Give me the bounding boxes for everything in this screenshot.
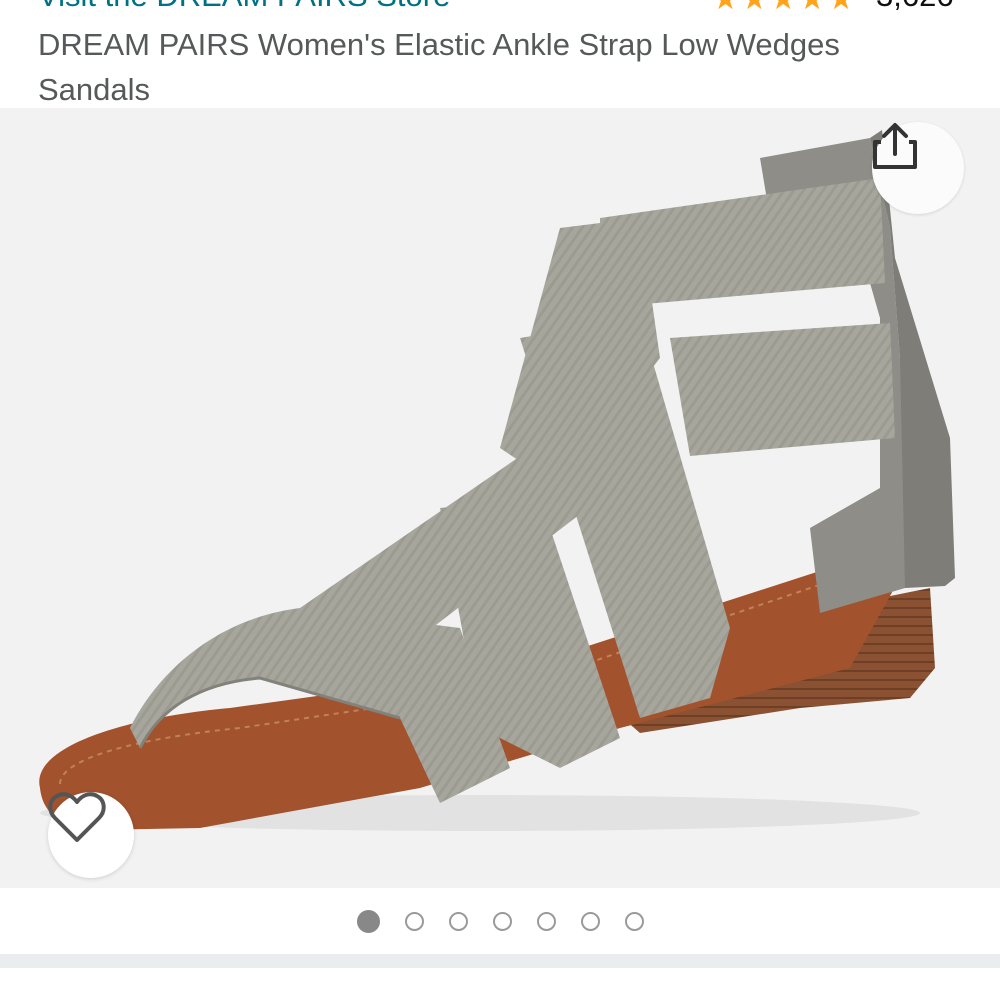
rating-stars[interactable]: ★★★★★	[712, 0, 856, 17]
share-button[interactable]	[872, 122, 964, 214]
gallery-dot[interactable]	[492, 911, 512, 931]
gallery-dot[interactable]	[580, 911, 600, 931]
rating-count[interactable]: 3,626	[876, 0, 954, 14]
store-link[interactable]: Visit the DREAM PAIRS Store	[38, 0, 450, 14]
product-title: DREAM PAIRS Women's Elastic Ankle Strap …	[38, 27, 840, 107]
product-header: Visit the DREAM PAIRS Store ★★★★★ 3,626 …	[0, 0, 1000, 108]
gallery-dot[interactable]	[356, 909, 380, 933]
share-icon	[873, 123, 917, 169]
gallery-dot[interactable]	[536, 911, 556, 931]
gallery-dot[interactable]	[448, 911, 468, 931]
heart-outline-icon	[48, 792, 106, 842]
section-divider	[0, 954, 1000, 968]
next-section	[0, 968, 1000, 1000]
product-image	[39, 130, 955, 831]
wishlist-button[interactable]	[48, 792, 134, 878]
gallery-dot[interactable]	[404, 911, 424, 931]
gallery-dot[interactable]	[624, 911, 644, 931]
gallery-pagination	[0, 888, 1000, 954]
product-image-gallery[interactable]	[0, 108, 1000, 888]
